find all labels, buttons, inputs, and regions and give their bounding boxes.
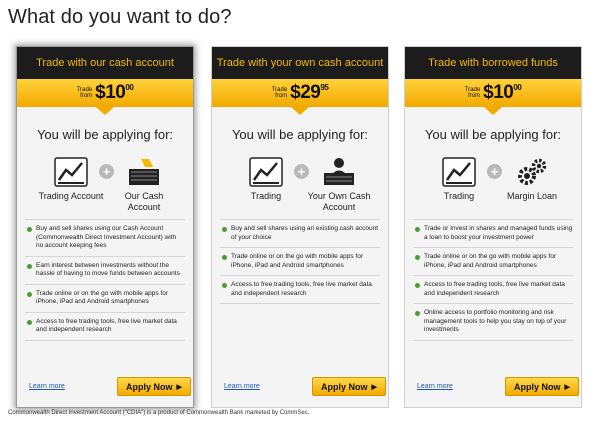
price-banner: Trade from $2995 xyxy=(212,79,388,115)
gears-icon xyxy=(518,158,547,185)
feature-item: Buy and sell shares using an existing ca… xyxy=(220,220,380,248)
applying-heading: You will be applying for: xyxy=(231,127,369,142)
page-title: What do you want to do? xyxy=(8,6,232,28)
arrow-right-icon: ▶ xyxy=(564,383,570,391)
trading-chart-icon xyxy=(54,157,88,187)
plus-icon: + xyxy=(487,164,502,179)
person-cash-icon xyxy=(324,158,354,185)
apply-now-button[interactable]: Apply Now ▶ xyxy=(505,377,579,396)
learn-more-link[interactable]: Learn more xyxy=(417,383,453,390)
feature-list: Buy and sell shares using an existing ca… xyxy=(220,219,380,304)
margin-loan-label: Margin Loan xyxy=(506,191,558,201)
feature-item: Earn interest between investments withou… xyxy=(25,257,185,285)
feature-list: Buy and sell shares using our Cash Accou… xyxy=(25,219,185,341)
own-cash-account-label: Your Own Cash Account xyxy=(307,191,371,212)
applying-heading: You will be applying for: xyxy=(424,127,562,142)
plus-icon: + xyxy=(294,164,309,179)
trading-chart-icon xyxy=(249,157,283,187)
products-row: + Trading Your Own Cash Account xyxy=(212,151,388,212)
learn-more-link[interactable]: Learn more xyxy=(224,383,260,390)
trading-label: Trading xyxy=(443,191,475,201)
option-card-cash-account[interactable]: Trade with our cash account Trade from $… xyxy=(16,46,194,408)
feature-item: Trade online or on the go with mobile ap… xyxy=(220,248,380,276)
option-card-own-cash-account[interactable]: Trade with your own cash account Trade f… xyxy=(211,46,389,408)
feature-list: Trade or Invest in shares and managed fu… xyxy=(413,219,573,341)
price: $1000 xyxy=(95,82,134,103)
cash-account-icon xyxy=(129,159,159,185)
price: $2995 xyxy=(290,82,329,103)
trading-account-label: Trading Account xyxy=(38,191,104,201)
footnote: Commonwealth Direct Investment Account (… xyxy=(8,410,310,416)
price-banner: Trade from $1000 xyxy=(405,79,581,115)
arrow-right-icon: ▶ xyxy=(176,383,182,391)
applying-heading: You will be applying for: xyxy=(36,127,174,142)
card-header: Trade with your own cash account xyxy=(212,47,388,79)
feature-item: Trade online or on the go with mobile ap… xyxy=(413,248,573,276)
price: $1000 xyxy=(483,82,522,103)
plus-icon: + xyxy=(99,164,114,179)
learn-more-link[interactable]: Learn more xyxy=(29,383,65,390)
feature-item: Access to free trading tools, free live … xyxy=(25,313,185,341)
feature-item: Buy and sell shares using our Cash Accou… xyxy=(25,220,185,257)
price-banner: Trade from $1000 xyxy=(17,79,193,115)
feature-item: Trade or Invest in shares and managed fu… xyxy=(413,220,573,248)
cash-account-label: Our Cash Account xyxy=(124,191,164,212)
option-card-borrowed-funds[interactable]: Trade with borrowed funds Trade from $10… xyxy=(404,46,582,408)
card-header: Trade with our cash account xyxy=(17,47,193,79)
feature-item: Online access to portfolio monitoring an… xyxy=(413,304,573,341)
trading-label: Trading xyxy=(250,191,282,201)
feature-item: Access to free trading tools, free live … xyxy=(220,276,380,304)
feature-item: Access to free trading tools, free live … xyxy=(413,276,573,304)
card-header: Trade with borrowed funds xyxy=(405,47,581,79)
apply-now-button[interactable]: Apply Now ▶ xyxy=(312,377,386,396)
feature-item: Trade online or on the go with mobile ap… xyxy=(25,285,185,313)
products-row: + Trading Margin Loan xyxy=(405,151,581,211)
apply-now-button[interactable]: Apply Now ▶ xyxy=(117,377,191,396)
trading-chart-icon xyxy=(442,157,476,187)
arrow-right-icon: ▶ xyxy=(371,383,377,391)
products-row: + Trading Account Our Cash Account xyxy=(17,151,193,212)
